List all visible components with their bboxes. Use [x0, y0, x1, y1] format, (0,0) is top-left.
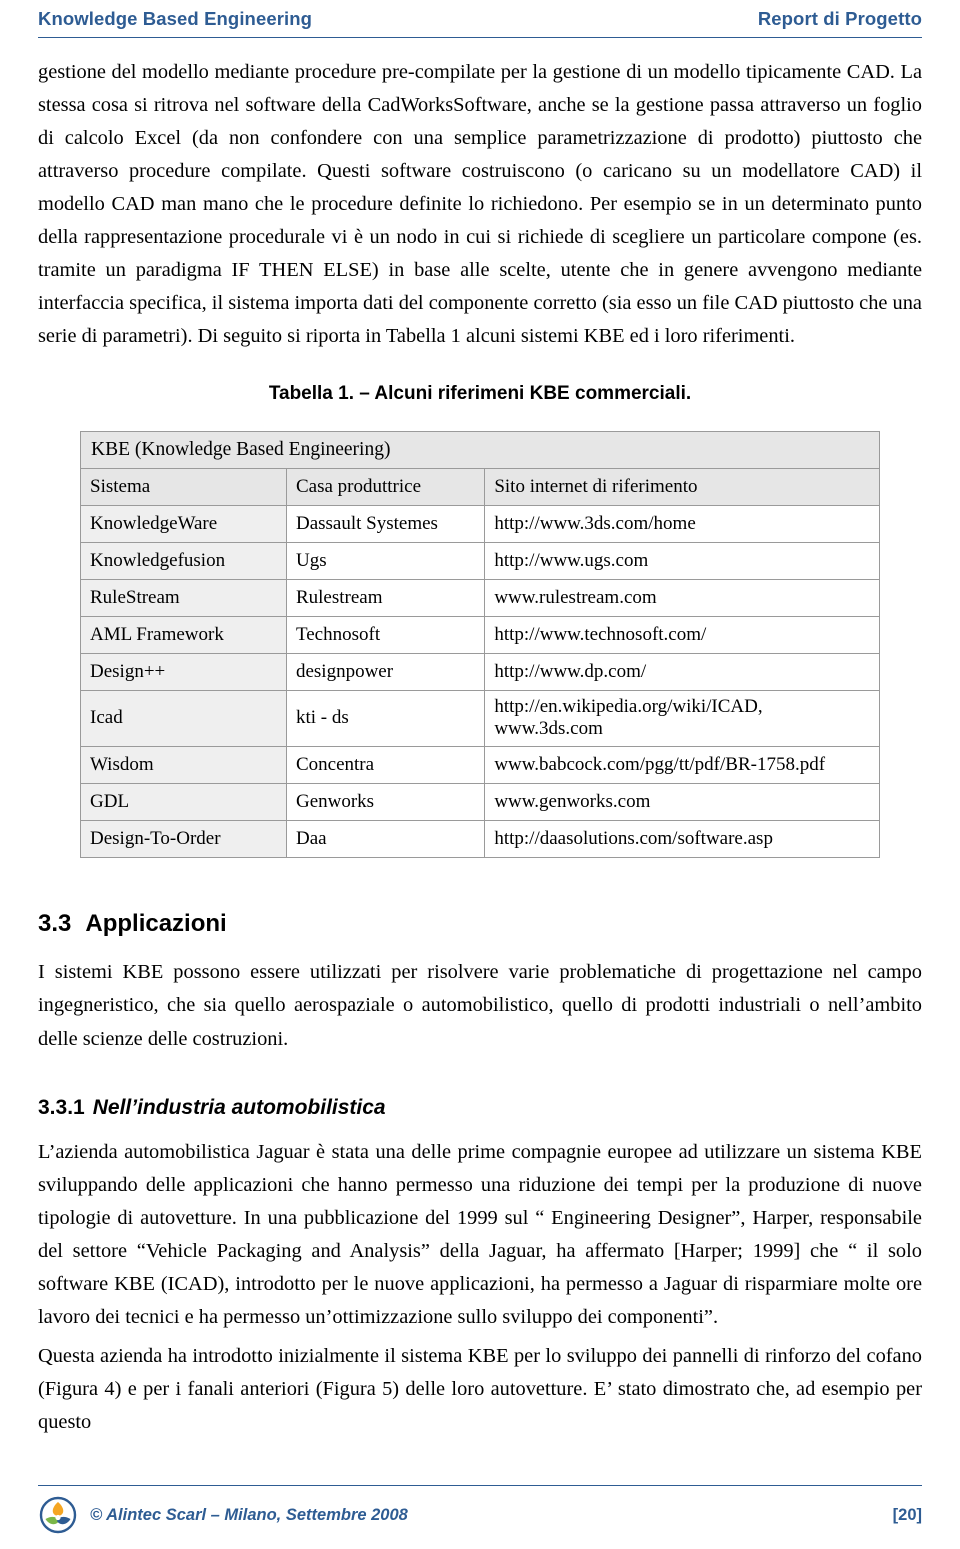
- section-3-3-1-body: L’azienda automobilistica Jaguar è stata…: [38, 1136, 922, 1439]
- cell-casa: Daa: [285, 820, 486, 859]
- header-right-title: Report di Progetto: [757, 8, 922, 29]
- table-row: KnowledgeWare Dassault Systemes http://w…: [80, 505, 880, 544]
- cell-casa: Genworks: [285, 783, 486, 822]
- cell-sito: www.rulestream.com: [484, 579, 880, 618]
- page-header: Knowledge Based Engineering Report di Pr…: [38, 0, 922, 30]
- cell-sistema: Knowledgefusion: [80, 542, 287, 581]
- table-row: Design-To-Order Daa http://daasolutions.…: [80, 820, 880, 859]
- section-heading-3-3-1: 3.3.1 Nell’industria automobilistica: [38, 1096, 922, 1120]
- table-row: RuleStream Rulestream www.rulestream.com: [80, 579, 880, 618]
- cell-sistema: Icad: [80, 690, 287, 748]
- cell-sistema: AML Framework: [80, 616, 287, 655]
- section-3-3-1-paragraph-1: L’azienda automobilistica Jaguar è stata…: [38, 1140, 922, 1328]
- cell-sito: www.genworks.com: [484, 783, 880, 822]
- alintec-logo-icon: [38, 1495, 78, 1535]
- cell-casa: Rulestream: [285, 579, 486, 618]
- footer-copyright: © Alintec Scarl – Milano, Settembre 2008: [90, 1505, 408, 1524]
- header-divider: [38, 37, 922, 38]
- cell-sito: http://www.3ds.com/home: [484, 505, 880, 544]
- page-footer: © Alintec Scarl – Milano, Settembre 2008…: [0, 1471, 960, 1549]
- cell-casa: Technosoft: [285, 616, 486, 655]
- section-number: 3.3: [38, 910, 72, 938]
- table-title-row: KBE (Knowledge Based Engineering): [80, 431, 880, 470]
- cell-sistema: Design-To-Order: [80, 820, 287, 859]
- cell-sistema: KnowledgeWare: [80, 505, 287, 544]
- cell-sistema: RuleStream: [80, 579, 287, 618]
- table-title-cell: KBE (Knowledge Based Engineering): [80, 431, 880, 470]
- footer-divider: [38, 1485, 922, 1486]
- cell-casa: Ugs: [285, 542, 486, 581]
- section-3-3-1-paragraph-2: Questa azienda ha introdotto inizialment…: [38, 1344, 922, 1433]
- table-header-sito: Sito internet di riferimento: [484, 468, 880, 507]
- cell-sito: http://daasolutions.com/software.asp: [484, 820, 880, 859]
- cell-sito: http://www.ugs.com: [484, 542, 880, 581]
- table-row: Icad kti - ds http://en.wikipedia.org/wi…: [80, 690, 880, 748]
- cell-casa: Concentra: [285, 746, 486, 785]
- table-header-casa: Casa produttrice: [285, 468, 486, 507]
- section-heading-3-3: 3.3 Applicazioni: [38, 910, 922, 938]
- document-page: Knowledge Based Engineering Report di Pr…: [0, 0, 960, 1549]
- kbe-table: KBE (Knowledge Based Engineering) Sistem…: [80, 431, 880, 859]
- section-title: Applicazioni: [85, 910, 227, 938]
- intro-paragraph-block: gestione del modello mediante procedure …: [38, 56, 922, 353]
- table-row: GDL Genworks www.genworks.com: [80, 783, 880, 822]
- table-row: AML Framework Technosoft http://www.tech…: [80, 616, 880, 655]
- table-row: Knowledgefusion Ugs http://www.ugs.com: [80, 542, 880, 581]
- cell-casa: designpower: [285, 653, 486, 692]
- subsection-title: Nell’industria automobilistica: [92, 1095, 386, 1119]
- cell-casa: Dassault Systemes: [285, 505, 486, 544]
- footer-page-number: [20]: [892, 1505, 922, 1524]
- cell-sistema: Wisdom: [80, 746, 287, 785]
- cell-sito: http://en.wikipedia.org/wiki/ICAD, www.3…: [484, 690, 880, 748]
- cell-sistema: Design++: [80, 653, 287, 692]
- table-caption: Tabella 1. – Alcuni riferimeni KBE comme…: [268, 383, 692, 405]
- subsection-number: 3.3.1: [38, 1095, 85, 1119]
- table-row: Wisdom Concentra www.babcock.com/pgg/tt/…: [80, 746, 880, 785]
- cell-sito: http://www.technosoft.com/: [484, 616, 880, 655]
- table-row: Design++ designpower http://www.dp.com/: [80, 653, 880, 692]
- section-3-3-paragraph: I sistemi KBE possono essere utilizzati …: [38, 961, 922, 1050]
- table-header-sistema: Sistema: [80, 468, 287, 507]
- cell-sito: www.babcock.com/pgg/tt/pdf/BR-1758.pdf: [484, 746, 880, 785]
- cell-casa: kti - ds: [285, 690, 486, 748]
- header-left-title: Knowledge Based Engineering: [38, 8, 313, 29]
- kbe-table-wrapper: KBE (Knowledge Based Engineering) Sistem…: [38, 431, 922, 859]
- table-header-row: Sistema Casa produttrice Sito internet d…: [80, 468, 880, 507]
- intro-paragraph: gestione del modello mediante procedure …: [38, 61, 922, 348]
- cell-sistema: GDL: [80, 783, 287, 822]
- cell-sito: http://www.dp.com/: [484, 653, 880, 692]
- section-3-3-body: I sistemi KBE possono essere utilizzati …: [38, 956, 922, 1055]
